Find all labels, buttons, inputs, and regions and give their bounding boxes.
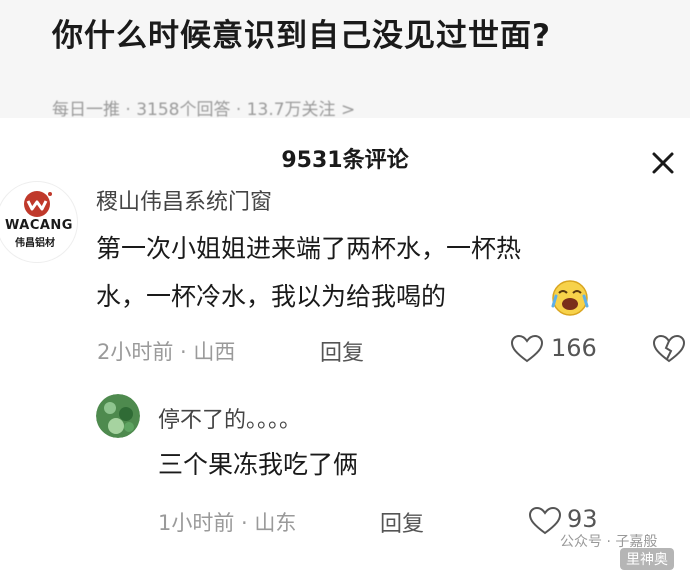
- comment-text-line-2: 水，一杯冷水，我以为给我喝的: [96, 274, 446, 320]
- logo-subtext: 伟昌铝材: [15, 238, 55, 249]
- reply-like-count: 93: [567, 505, 598, 533]
- reply-time-location: 1小时前 · 山东: [158, 511, 297, 535]
- close-icon: [652, 152, 674, 174]
- comment-author[interactable]: 稷山伟昌系统门窗: [96, 184, 272, 216]
- reply-avatar-image: [96, 394, 140, 438]
- like-count: 166: [551, 334, 597, 362]
- logo-text: WACANG: [5, 218, 73, 233]
- reply-avatar[interactable]: [96, 394, 140, 438]
- reply-button[interactable]: 回复: [320, 335, 364, 367]
- reply-reply-button[interactable]: 回复: [380, 506, 424, 538]
- broken-heart-icon[interactable]: [652, 334, 686, 364]
- comment-text-line-1: 第一次小姐姐进来端了两杯水，一杯热: [96, 234, 522, 263]
- question-meta[interactable]: 每日一推 · 3158个回答 · 13.7万关注 >: [52, 95, 355, 118]
- laughing-crying-emoji-icon: [551, 280, 589, 316]
- comments-sheet-title: 9531条评论: [281, 148, 409, 173]
- watermark-weibo: 里神奥: [620, 548, 674, 570]
- question-title: 你什么时候意识到自己没见过世面?: [52, 18, 551, 54]
- close-button[interactable]: [648, 148, 678, 178]
- comment-text: 水，一杯冷水，我以为给我喝的: [96, 282, 447, 311]
- heart-icon[interactable]: [510, 334, 544, 364]
- reply-text: 三个果冻我吃了俩: [158, 450, 359, 479]
- reply-heart-icon[interactable]: [528, 506, 562, 536]
- reply-author[interactable]: 停不了的。。。。: [158, 402, 301, 434]
- avatar[interactable]: WACANG 伟昌铝材: [0, 181, 78, 263]
- comment-time-location: 2小时前 · 山西: [97, 340, 236, 364]
- question-header: 你什么时候意识到自己没见过世面? 每日一推 · 3158个回答 · 13.7万关…: [0, 0, 690, 118]
